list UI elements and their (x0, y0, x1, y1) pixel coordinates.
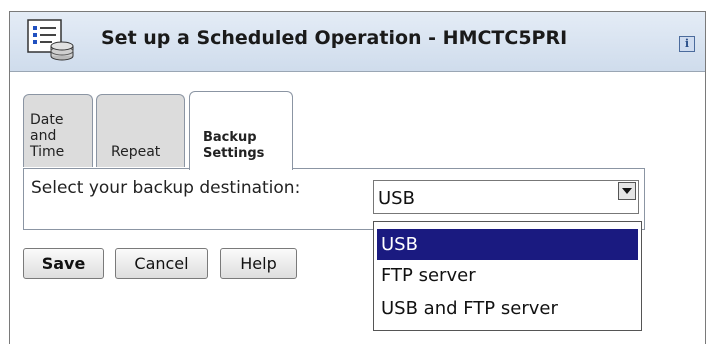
tab-backup-settings[interactable]: Backup Settings (189, 91, 293, 170)
backup-destination-label: Select your backup destination: (31, 178, 301, 198)
selected-value: USB (378, 188, 415, 209)
title-bar: Set up a Scheduled Operation - HMCTC5PRI… (10, 12, 705, 72)
option-usb[interactable]: USB (377, 229, 638, 260)
help-button[interactable]: Help (220, 248, 297, 279)
scheduled-operation-icon (27, 19, 74, 61)
tab-date-and-time[interactable]: Date and Time (23, 94, 93, 167)
backup-destination-select[interactable]: USB (373, 180, 639, 214)
tab-repeat[interactable]: Repeat (96, 94, 185, 167)
tab-date-and-time-label: Date and Time (30, 112, 65, 160)
dialog-title: Set up a Scheduled Operation - HMCTC5PRI (101, 27, 568, 49)
backup-destination-options: USB FTP server USB and FTP server (373, 221, 642, 331)
option-ftp-server[interactable]: FTP server (377, 260, 638, 291)
option-usb-and-ftp-server[interactable]: USB and FTP server (377, 293, 638, 324)
info-button[interactable]: i (679, 36, 695, 52)
save-button[interactable]: Save (23, 248, 104, 279)
chevron-down-icon[interactable] (618, 182, 636, 200)
cancel-button[interactable]: Cancel (115, 248, 208, 279)
tab-backup-settings-label: Backup Settings (203, 130, 265, 161)
tab-repeat-label: Repeat (111, 144, 161, 160)
